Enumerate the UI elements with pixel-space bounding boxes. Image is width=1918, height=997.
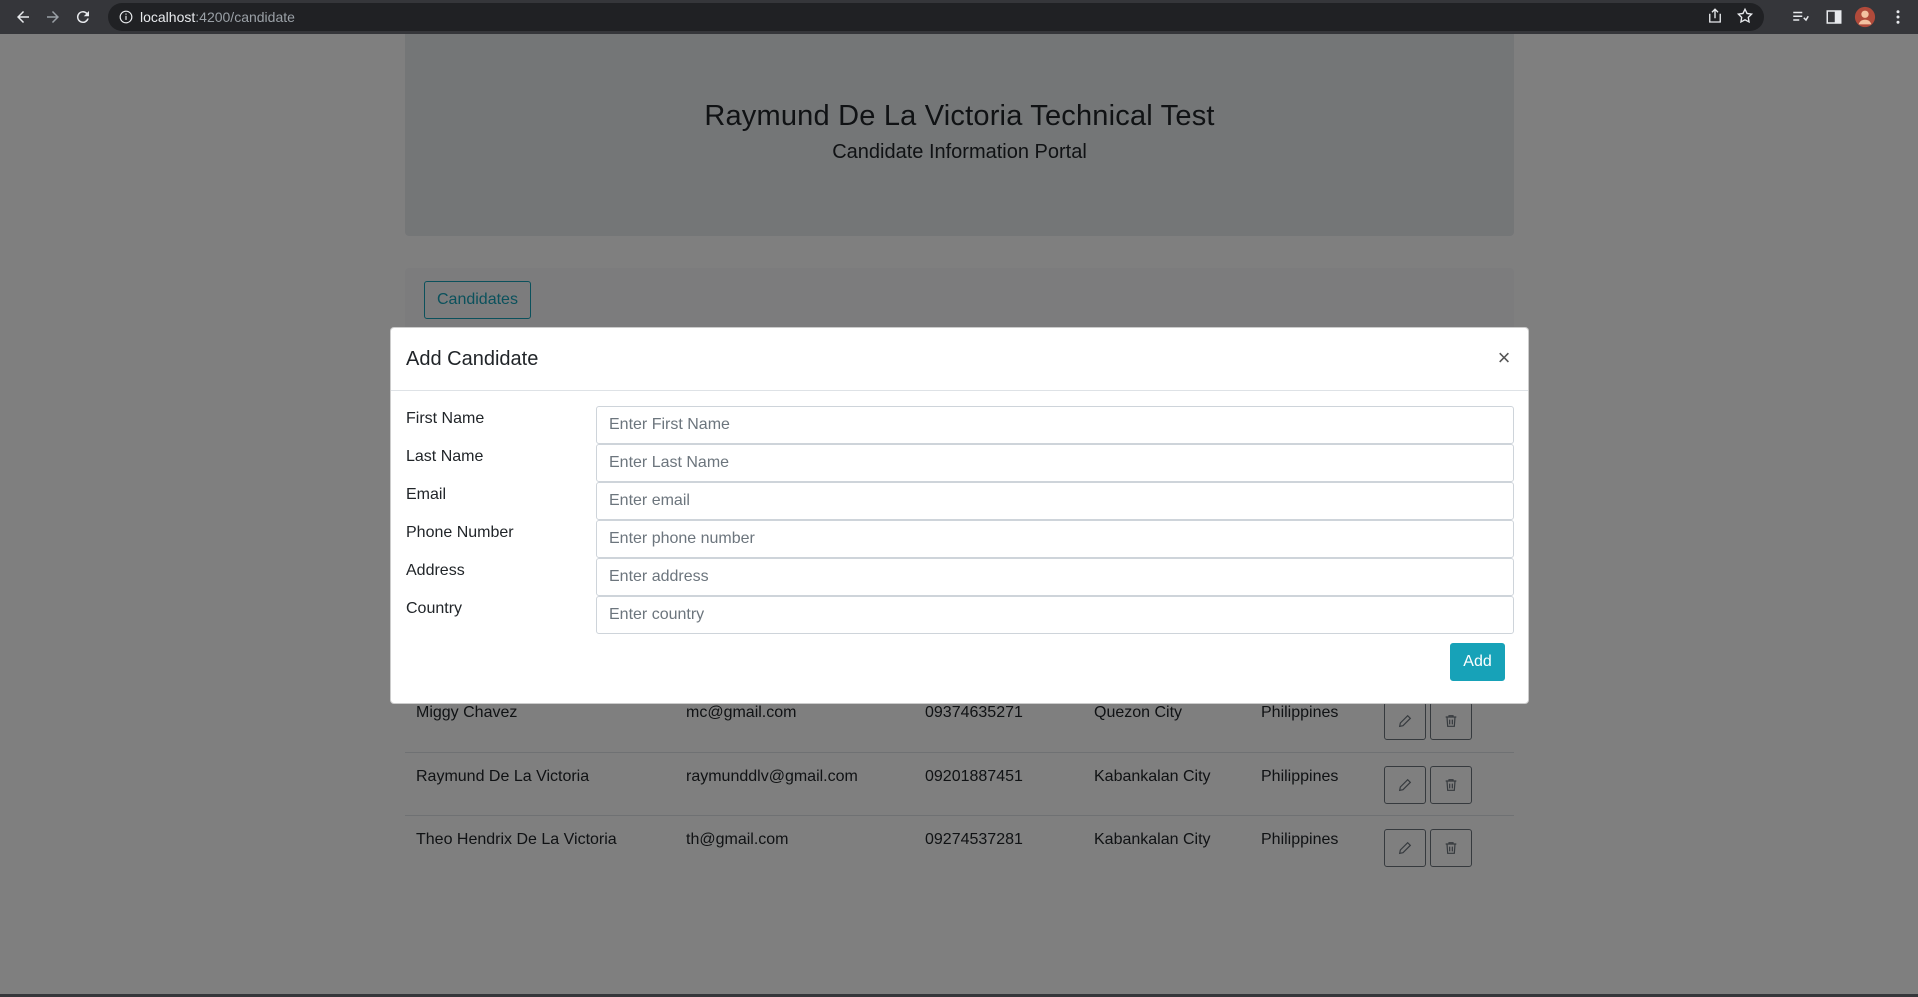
- modal-header: Add Candidate ×: [391, 328, 1528, 391]
- last-name-field[interactable]: [596, 444, 1514, 482]
- kebab-menu-icon[interactable]: [1886, 5, 1910, 29]
- url-text: localhost:4200/candidate: [140, 9, 295, 25]
- back-button[interactable]: [8, 2, 38, 32]
- url-path: :4200/candidate: [195, 9, 295, 25]
- close-icon: ×: [1497, 345, 1511, 370]
- url-host: localhost: [140, 9, 196, 25]
- star-icon[interactable]: [1736, 7, 1754, 25]
- last-name-label: Last Name: [406, 448, 484, 465]
- address-label: Address: [406, 562, 465, 579]
- modal-title: Add Candidate: [406, 348, 539, 370]
- reading-list-icon[interactable]: [1788, 5, 1812, 29]
- email-field[interactable]: [596, 482, 1514, 520]
- country-field[interactable]: [596, 596, 1514, 634]
- first-name-field[interactable]: [596, 406, 1514, 444]
- form-row-last-name: Last Name: [391, 444, 1528, 482]
- phone-field[interactable]: [596, 520, 1514, 558]
- arrow-right-icon: [47, 11, 59, 23]
- avatar[interactable]: [1853, 5, 1877, 29]
- first-name-label: First Name: [406, 410, 485, 427]
- arrow-left-icon: [17, 11, 29, 23]
- address-bar-actions: [1706, 7, 1754, 25]
- side-panel-icon[interactable]: [1822, 5, 1846, 29]
- info-icon[interactable]: [112, 3, 140, 31]
- close-button[interactable]: ×: [1492, 345, 1516, 370]
- add-button[interactable]: Add: [1450, 643, 1505, 681]
- country-label: Country: [406, 600, 463, 617]
- add-candidate-modal: Add Candidate × First Name Last Name Ema…: [390, 327, 1529, 704]
- email-label: Email: [406, 486, 447, 503]
- form-row-email: Email: [391, 482, 1528, 520]
- reload-button[interactable]: [68, 2, 98, 32]
- forward-button[interactable]: [38, 2, 68, 32]
- browser-nav: [8, 2, 98, 32]
- form-row-phone: Phone Number: [391, 520, 1528, 558]
- form-row-address: Address: [391, 558, 1528, 596]
- form-row-country: Country: [391, 596, 1528, 634]
- address-field[interactable]: [596, 558, 1514, 596]
- reload-icon: [76, 11, 89, 24]
- browser-toolbar: localhost:4200/candidate: [0, 0, 1918, 34]
- share-icon[interactable]: [1706, 7, 1724, 25]
- phone-label: Phone Number: [406, 524, 514, 541]
- form-row-first-name: First Name: [391, 406, 1528, 444]
- address-bar[interactable]: localhost:4200/candidate: [108, 3, 1764, 31]
